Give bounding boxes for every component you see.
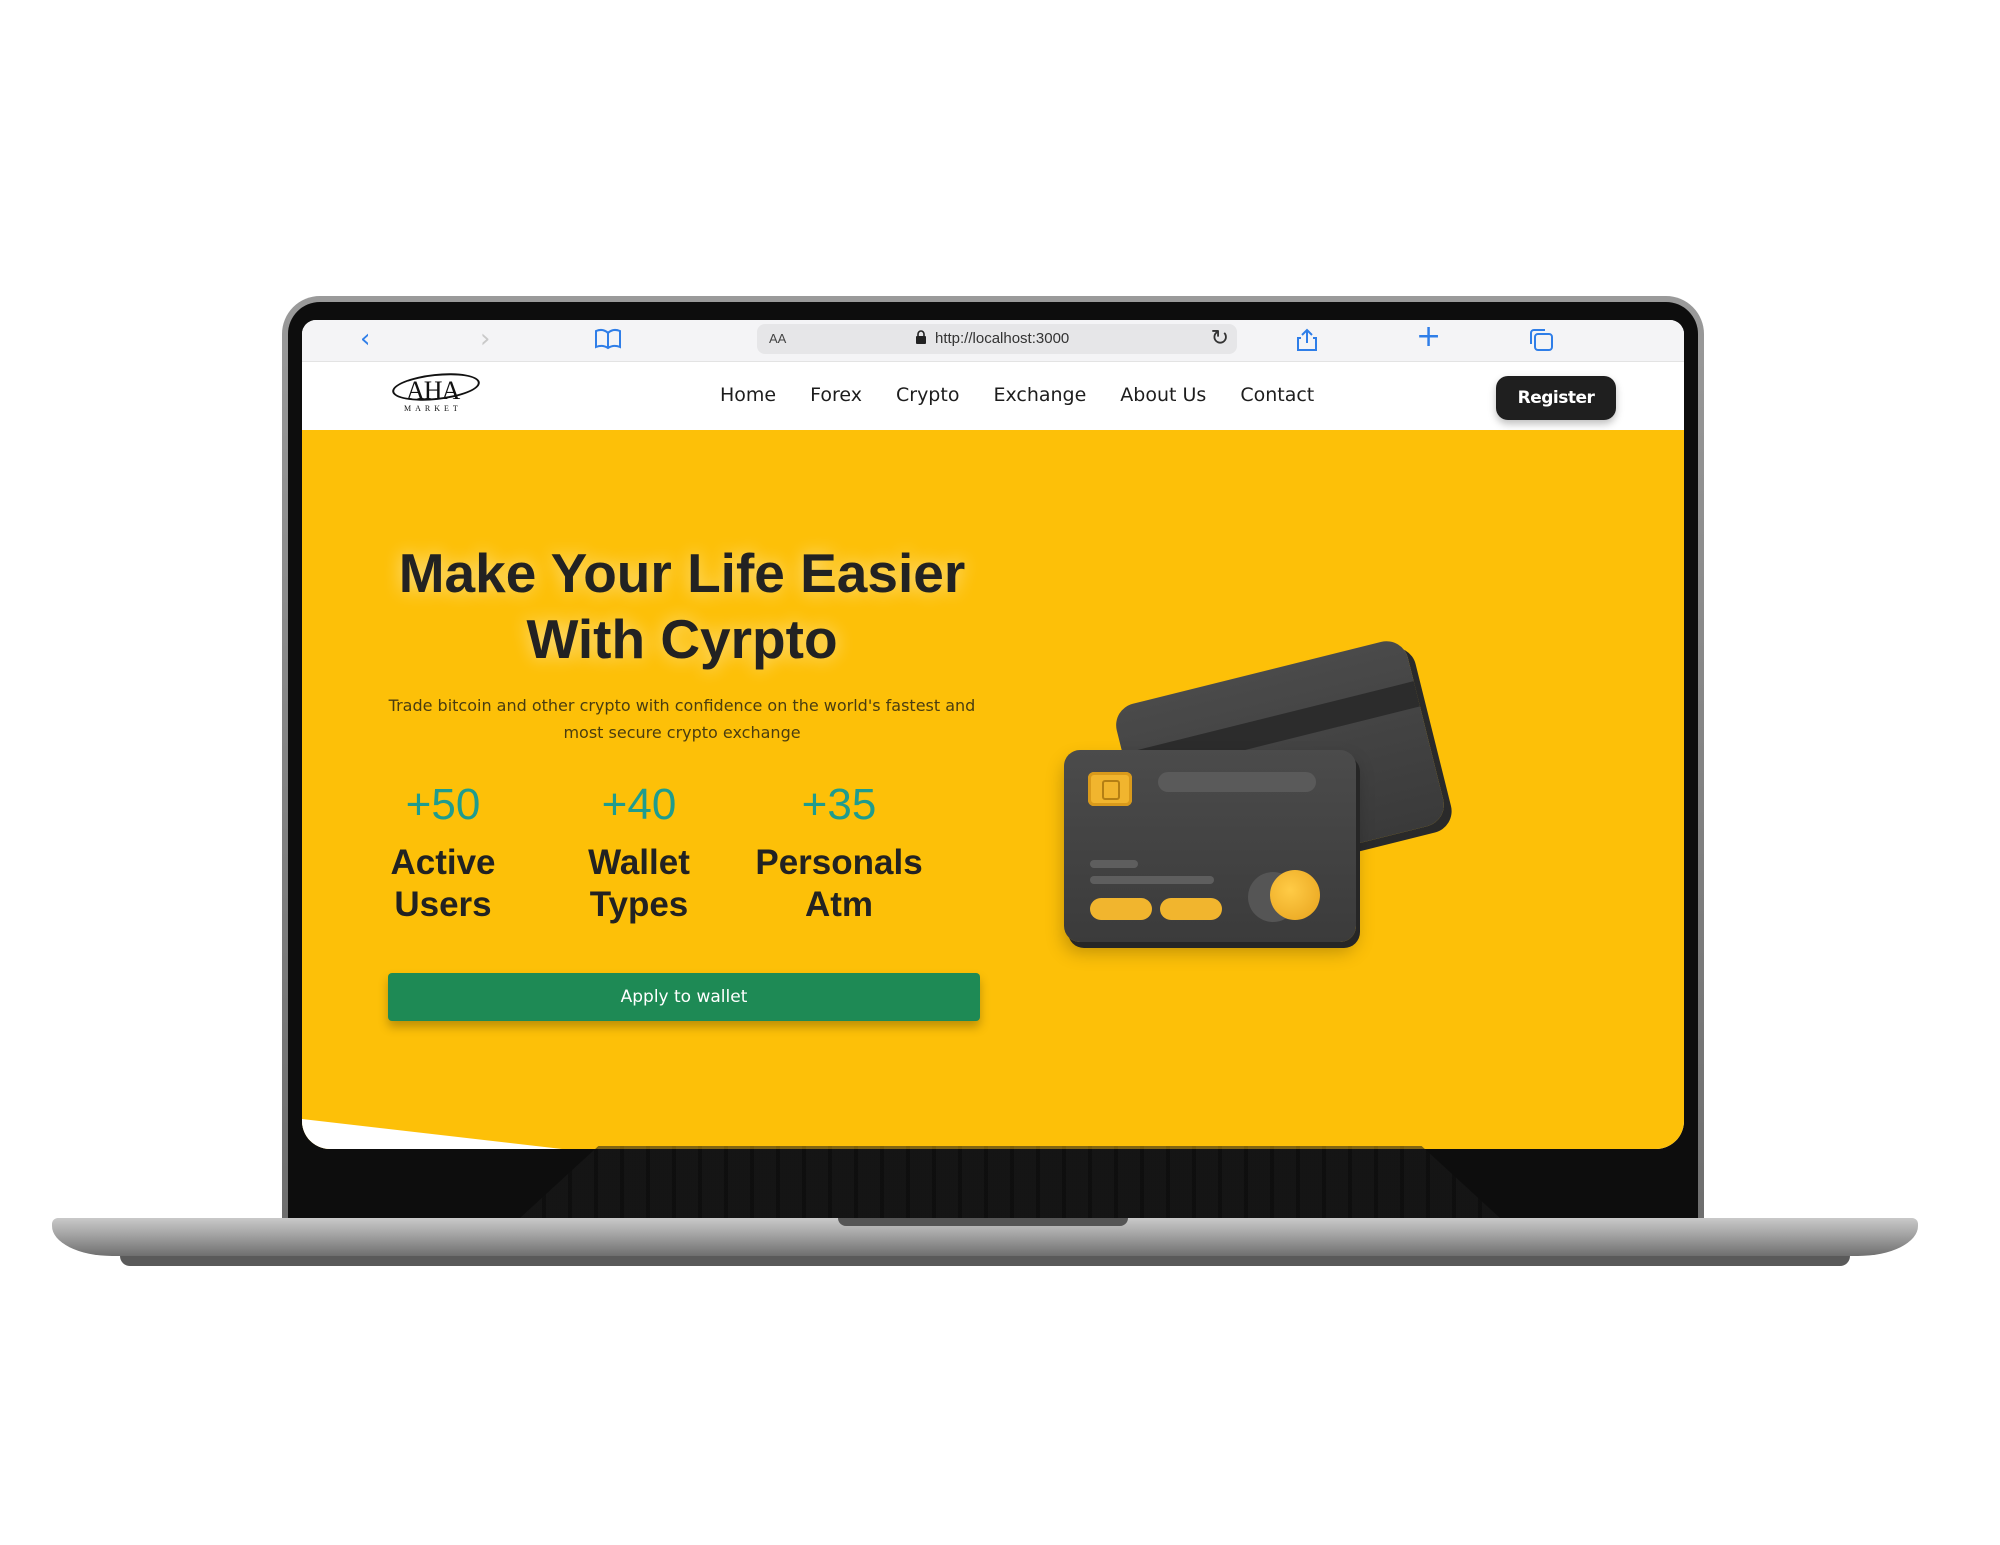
logo-subtext: MARKET [404,404,462,413]
nav-home[interactable]: Home [720,384,776,406]
site-navbar: AHA MARKET Home Forex Crypto Exchange Ab… [302,362,1684,430]
card-line [1090,860,1138,868]
chip-icon [1088,772,1132,806]
nav-forex[interactable]: Forex [810,384,862,406]
laptop-base-shadow [120,1256,1850,1266]
nav-exchange[interactable]: Exchange [993,384,1086,406]
hero-subtitle: Trade bitcoin and other crypto with conf… [382,692,982,746]
register-button[interactable]: Register [1496,376,1616,420]
logo-text: AHA [406,376,460,405]
nav-links: Home Forex Crypto Exchange About Us Cont… [720,384,1348,406]
tabs-icon[interactable] [1528,328,1554,357]
stat-label-line: Users [394,885,492,924]
browser-toolbar: ‹ › AA http://localhost:3000 ↻ + [302,320,1684,362]
url-text[interactable]: http://localhost:3000 [935,330,1069,347]
stat-label-line: Personals [755,843,923,882]
front-card [1064,750,1356,942]
stat-label: Active Users [348,842,538,926]
card-line [1090,876,1214,884]
nav-crypto[interactable]: Crypto [896,384,959,406]
stat-value: +35 [801,780,877,829]
stat-label: Personals Atm [744,842,934,926]
laptop-lid: ‹ › AA http://localhost:3000 ↻ + AHA MAR… [282,296,1704,1220]
stat-value: +40 [601,780,677,829]
lock-icon [915,330,927,348]
chevron-left-icon[interactable]: ‹ [360,326,370,352]
stat-value: +50 [405,780,481,829]
apply-to-wallet-button[interactable]: Apply to wallet [388,973,980,1021]
plus-icon[interactable]: + [1416,322,1441,352]
hero-title-line-2: With Cyrpto [526,608,838,670]
hero-section: Make Your Life Easier With Cyrpto Trade … [302,430,1684,1149]
laptop-hinge-notch [838,1218,1128,1226]
address-bar[interactable]: AA http://localhost:3000 ↻ [757,324,1237,354]
stat-label-line: Wallet [588,843,690,882]
site-logo[interactable]: AHA MARKET [390,369,482,414]
stat-active-users: +50 Active Users [348,780,538,926]
reader-mode-button[interactable]: AA [769,331,786,346]
laptop-bezel: ‹ › AA http://localhost:3000 ↻ + AHA MAR… [288,302,1698,1220]
hero-title-line-1: Make Your Life Easier [398,542,966,604]
keyboard-reflection [520,1146,1500,1218]
card-name-bar [1158,772,1316,792]
hero-subtitle-line-2: most secure crypto exchange [563,723,801,742]
stat-label-line: Active [390,843,496,882]
hero-bottom-wedge [302,1119,562,1149]
browser-screen: ‹ › AA http://localhost:3000 ↻ + AHA MAR… [302,320,1684,1149]
stat-wallet-types: +40 Wallet Types [544,780,734,926]
chevron-right-icon[interactable]: › [480,326,490,352]
stat-label-line: Types [589,885,689,924]
reload-icon[interactable]: ↻ [1211,326,1229,351]
book-icon[interactable] [594,328,622,357]
card-circle-gold [1270,870,1320,920]
stat-label: Wallet Types [544,842,734,926]
card-pill [1160,898,1222,920]
stat-label-line: Atm [804,885,874,924]
stat-personals-atm: +35 Personals Atm [744,780,934,926]
hero-title: Make Your Life Easier With Cyrpto [372,540,992,672]
nav-contact[interactable]: Contact [1240,384,1314,406]
nav-about-us[interactable]: About Us [1120,384,1206,406]
share-icon[interactable] [1296,328,1318,357]
card-pill [1090,898,1152,920]
hero-subtitle-line-1: Trade bitcoin and other crypto with conf… [388,696,976,715]
credit-card-illustration [1052,630,1452,960]
